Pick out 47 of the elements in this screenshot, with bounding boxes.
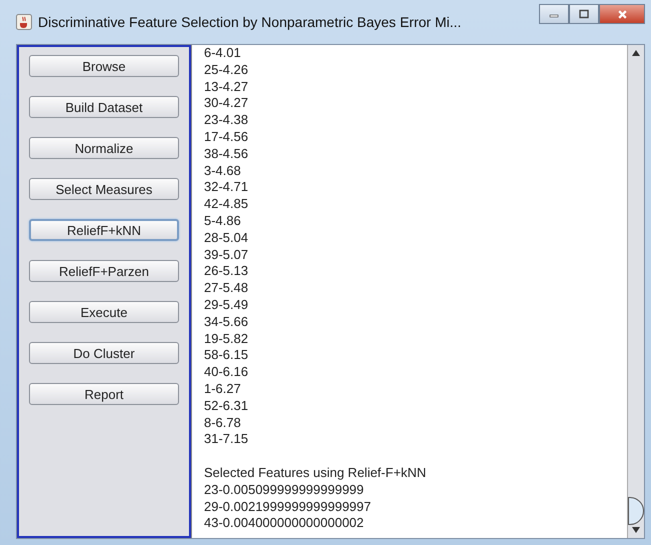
- output-line: 43-0.004000000000000002: [204, 515, 364, 530]
- output-line: 42-4.85: [204, 196, 248, 212]
- output-line: 31-7.15: [204, 431, 248, 446]
- output-line: 26-5.13: [204, 263, 248, 278]
- output-line: 38-4.56: [204, 146, 248, 161]
- output-line: 23-4.38: [204, 112, 248, 128]
- output-line: 1-6.27: [204, 380, 241, 396]
- minimize-button[interactable]: [539, 4, 569, 24]
- output-line: 25-4.26: [204, 62, 248, 77]
- action-button[interactable]: Report: [29, 383, 179, 405]
- java-cup-icon: [16, 14, 32, 30]
- action-button[interactable]: Normalize: [29, 137, 179, 159]
- output-line: 39-5.07: [204, 246, 248, 262]
- output-line: 52-6.31: [204, 398, 248, 413]
- output-line: 13-4.27: [204, 78, 248, 94]
- action-button[interactable]: ReliefF+Parzen: [29, 260, 179, 282]
- output-line: 5-4.86: [204, 212, 241, 228]
- close-icon: [616, 8, 628, 20]
- output-line: 3-4.68: [204, 162, 241, 178]
- action-button[interactable]: ReliefF+kNN: [29, 219, 179, 241]
- output-line: 29-0.0021999999999999997: [204, 498, 372, 514]
- scrollbar[interactable]: [627, 45, 644, 538]
- action-button[interactable]: Build Dataset: [29, 96, 179, 118]
- close-button[interactable]: [599, 4, 645, 24]
- action-button[interactable]: Execute: [29, 301, 179, 323]
- output-line: 34-5.66: [204, 314, 248, 329]
- output-line: 23-0.005099999999999999: [204, 482, 364, 497]
- scroll-thumb[interactable]: [628, 497, 644, 525]
- output-line: 30-4.27: [204, 95, 248, 110]
- output-line: 27-5.48: [204, 280, 248, 296]
- output-line: 29-5.49: [204, 296, 248, 312]
- window-title: Discriminative Feature Selection by Nonparametric Bayes Error Mi...: [38, 14, 462, 30]
- output-line: 19-5.82: [204, 330, 248, 346]
- output-line: 58-6.15: [204, 347, 248, 362]
- output-line: 28-5.04: [204, 230, 248, 245]
- action-button[interactable]: Select Measures: [29, 178, 179, 200]
- maximize-icon: [579, 9, 589, 19]
- section-heading: Selected Features using Relief-F+kNN: [204, 464, 426, 480]
- action-button[interactable]: Do Cluster: [29, 342, 179, 364]
- output-line: 40-6.16: [204, 364, 248, 380]
- maximize-button[interactable]: [569, 4, 599, 24]
- output-line: 32-4.71: [204, 179, 248, 194]
- action-button[interactable]: Browse: [29, 55, 179, 77]
- output-line: 8-6.78: [204, 414, 241, 430]
- output-line: 17-4.56: [204, 128, 248, 144]
- scroll-up-icon[interactable]: [631, 48, 641, 58]
- output-line: 6-4.01: [204, 45, 241, 60]
